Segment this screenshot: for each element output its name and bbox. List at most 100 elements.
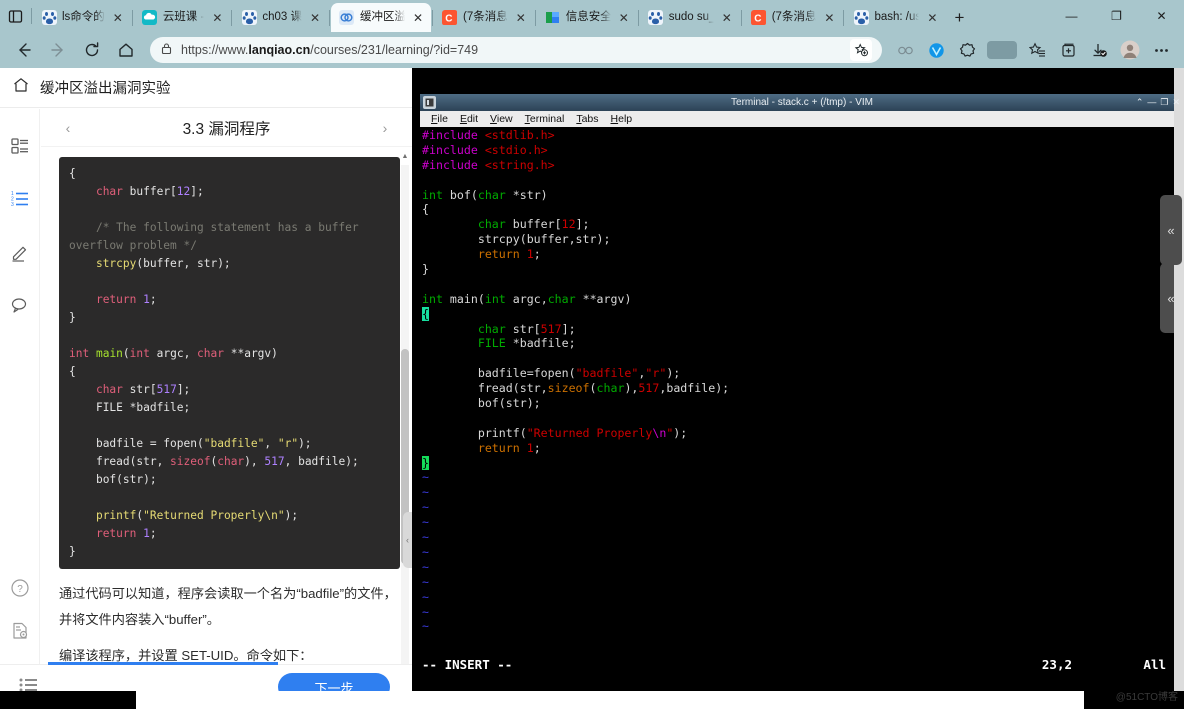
browser-tab[interactable]: ls命令的 ✕	[33, 3, 131, 32]
home-icon[interactable]	[12, 76, 30, 99]
code-block-vulnerable-program: { char buffer[12]; /* The following stat…	[59, 157, 400, 569]
code-token: main	[95, 347, 123, 360]
tab-close-icon[interactable]: ✕	[616, 10, 632, 26]
browser-tab[interactable]: 云班课 - ✕	[134, 3, 231, 32]
next-lesson-button[interactable]: ›	[378, 120, 392, 136]
tab-close-icon[interactable]: ✕	[513, 10, 529, 26]
tab-close-icon[interactable]: ✕	[110, 10, 126, 26]
profile-avatar[interactable]	[1115, 35, 1145, 65]
prev-lesson-button[interactable]: ‹	[61, 120, 75, 136]
code-token: (	[122, 347, 130, 360]
browser-tab[interactable]: C (7条消息 ✕	[743, 3, 843, 32]
report-icon[interactable]	[8, 619, 32, 643]
terminal-token: 517	[638, 381, 660, 396]
divider	[328, 9, 330, 26]
tab-title: 云班课 -	[162, 11, 205, 23]
terminal-token: strcpy(buffer,str);	[422, 232, 611, 247]
article-scrollbar[interactable]: ▲ ▼	[400, 151, 410, 705]
link-share-icon[interactable]	[890, 35, 920, 65]
tab-close-icon[interactable]: ✕	[719, 10, 735, 26]
browser-tab[interactable]: 缓冲区溢 ✕	[330, 3, 431, 32]
browser-tab[interactable]: 信息安全 ✕	[537, 3, 637, 32]
code-token: str[	[122, 383, 157, 396]
terminal-token: <string.h>	[484, 157, 555, 172]
vim-editor-area[interactable]: #include <stdlib.h> #include <stdio.h> #in…	[420, 127, 1184, 653]
code-token: printf	[95, 509, 137, 522]
more-options-icon[interactable]	[1146, 35, 1176, 65]
code-token: argc,	[149, 347, 198, 360]
baidu-favicon-icon	[648, 10, 664, 26]
reload-icon[interactable]	[76, 35, 108, 65]
code-token: ];	[176, 383, 191, 396]
watermark: @51CTO博客	[1115, 692, 1178, 703]
csdn-favicon-icon: C	[751, 10, 767, 26]
terminal-line: return 1;	[422, 247, 1184, 262]
maximize-button[interactable]: ❐	[1094, 0, 1139, 32]
scroll-up-arrow[interactable]: ▲	[401, 151, 409, 163]
tab-close-icon[interactable]: ✕	[924, 10, 940, 26]
browser-tab[interactable]: C (7条消息 ✕	[434, 3, 534, 32]
vim-cursor-position: 23,2	[1041, 656, 1072, 672]
terminal-token: fread(str,	[422, 381, 548, 396]
comment-icon[interactable]	[8, 294, 32, 318]
menu-item-tabs[interactable]: Tabs	[570, 113, 604, 125]
collections-icon[interactable]	[1053, 35, 1083, 65]
terminal-token: return	[477, 440, 520, 455]
new-tab-button[interactable]: +	[945, 4, 973, 32]
terminal-line: fread(str,sizeof(char),517,badfile);	[422, 381, 1184, 396]
divider	[740, 9, 742, 26]
help-icon[interactable]: ?	[8, 576, 32, 600]
terminal-titlebar[interactable]: Terminal - stack.c + (/tmp) - VIM ⌃ — ❐ …	[420, 94, 1184, 111]
panel-collapse-handle[interactable]: ‹	[403, 512, 412, 568]
tab-title: 缓冲区溢	[359, 11, 405, 23]
address-bar[interactable]: https://www.lanqiao.cn/courses/231/learn…	[150, 37, 882, 63]
close-button[interactable]: ✕	[1172, 97, 1180, 108]
close-button[interactable]: ✕	[1139, 0, 1184, 32]
tab-close-icon[interactable]: ✕	[410, 10, 426, 26]
menu-item-edit[interactable]: Edit	[454, 113, 484, 125]
browser-tab[interactable]: ch03 课 ✕	[233, 3, 328, 32]
brand-icon[interactable]	[921, 35, 951, 65]
menu-item-help[interactable]: Help	[605, 113, 639, 125]
code-token: {	[69, 167, 76, 180]
code-token: {	[69, 365, 76, 378]
lock-icon	[160, 42, 173, 58]
terminal-line: ~	[422, 470, 1184, 485]
tab-title: bash: /us	[874, 11, 920, 23]
browser-chrome: ls命令的 ✕ 云班课 - ✕ ch03 课 ✕ 缓冲区溢 ✕ C (7条消息 ✕ 信息安全 ✕ sudo…	[0, 0, 1184, 68]
code-token: sizeof	[170, 455, 211, 468]
shade-button[interactable]: ⌃	[1136, 97, 1144, 108]
back-icon[interactable]	[8, 35, 40, 65]
code-token: }	[69, 545, 76, 558]
divider	[534, 9, 536, 26]
home-icon[interactable]	[110, 35, 142, 65]
tab-close-icon[interactable]: ✕	[821, 10, 837, 26]
minimize-button[interactable]: —	[1147, 97, 1156, 108]
add-favorite-icon[interactable]	[850, 39, 872, 61]
lesson-title: 3.3 漏洞程序	[182, 120, 271, 138]
tab-close-icon[interactable]: ✕	[307, 10, 323, 26]
favorites-icon[interactable]	[1022, 35, 1052, 65]
tab-search-icon[interactable]	[0, 0, 30, 32]
sidebar-collapse-button-outer[interactable]: «	[1160, 195, 1182, 265]
forward-icon[interactable]	[42, 35, 74, 65]
minimize-button[interactable]: —	[1049, 0, 1094, 32]
navigation-bar: https://www.lanqiao.cn/courses/231/learn…	[0, 32, 1184, 68]
code-token: (buffer, str);	[136, 257, 231, 270]
code-token: char	[197, 347, 224, 360]
split-screen-icon[interactable]	[952, 35, 982, 65]
downloads-icon[interactable]	[1084, 35, 1114, 65]
pencil-icon[interactable]	[8, 241, 32, 265]
terminal-line: ~	[422, 515, 1184, 530]
catalog-icon[interactable]	[8, 134, 32, 158]
tab-close-icon[interactable]: ✕	[209, 10, 225, 26]
menu-item-view[interactable]: View	[484, 113, 519, 125]
progress-indicator	[48, 662, 278, 665]
browser-tab[interactable]: bash: /us ✕	[845, 3, 945, 32]
ordered-list-icon[interactable]: 123	[8, 187, 32, 211]
menu-item-terminal[interactable]: Terminal	[519, 113, 571, 125]
browser-tab[interactable]: sudo su_ ✕	[640, 3, 740, 32]
menu-item-file[interactable]: File	[425, 113, 454, 125]
maximize-button[interactable]: ❐	[1160, 97, 1168, 108]
